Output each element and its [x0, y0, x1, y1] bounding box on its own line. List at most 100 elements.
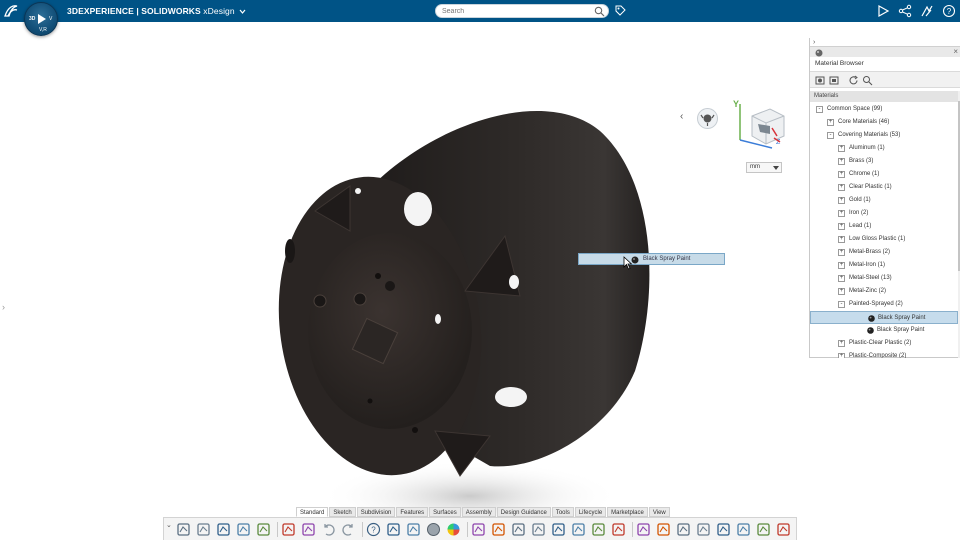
- export-icon[interactable]: [776, 522, 791, 537]
- report-icon[interactable]: [676, 522, 691, 537]
- share-arrow-icon[interactable]: [716, 522, 731, 537]
- expand-icon[interactable]: +: [827, 119, 834, 126]
- plane-icon[interactable]: [591, 522, 606, 537]
- render-icon[interactable]: [491, 522, 506, 537]
- dassault-logo-icon[interactable]: [3, 3, 19, 19]
- cylindrical-part-model[interactable]: [260, 91, 680, 551]
- collapse-icon[interactable]: -: [838, 301, 845, 308]
- expand-icon[interactable]: +: [838, 197, 845, 204]
- properties-icon[interactable]: [281, 522, 296, 537]
- mass-icon[interactable]: [571, 522, 586, 537]
- help-icon[interactable]: ?: [942, 4, 956, 18]
- expand-icon[interactable]: +: [838, 340, 845, 347]
- tab-subdivision[interactable]: Subdivision: [356, 507, 396, 517]
- checker-icon[interactable]: [636, 522, 651, 537]
- color-wheel-icon[interactable]: [446, 522, 461, 537]
- tab-standard[interactable]: Standard: [296, 507, 329, 517]
- collapse-icon[interactable]: -: [827, 132, 834, 139]
- view3d-icon[interactable]: [696, 522, 711, 537]
- tab-surfaces[interactable]: Surfaces: [429, 507, 461, 517]
- tree-folder[interactable]: + Metal-Steel (13): [810, 272, 958, 285]
- navigation-cube[interactable]: Y Z: [730, 96, 790, 152]
- expand-icon[interactable]: +: [838, 262, 845, 269]
- measure-icon[interactable]: [551, 522, 566, 537]
- search-icon[interactable]: [594, 6, 605, 17]
- expand-icon[interactable]: +: [838, 210, 845, 217]
- chevron-down-icon[interactable]: [239, 9, 246, 14]
- library-icon[interactable]: [815, 75, 826, 86]
- tree-folder[interactable]: + Brass (3): [810, 155, 958, 168]
- unit-select[interactable]: mm: [746, 162, 782, 173]
- expand-icon[interactable]: +: [838, 353, 845, 358]
- tree-folder[interactable]: + Aluminum (1): [810, 142, 958, 155]
- library-add-icon[interactable]: [829, 75, 840, 86]
- tab-sketch[interactable]: Sketch: [329, 507, 356, 517]
- expand-icon[interactable]: +: [838, 249, 845, 256]
- expand-icon[interactable]: +: [838, 184, 845, 191]
- collapse-icon[interactable]: -: [816, 106, 823, 113]
- save-icon[interactable]: [216, 522, 231, 537]
- tree-folder[interactable]: + Plastic-Composite (2): [810, 350, 958, 358]
- tree-folder[interactable]: + Metal-Iron (1): [810, 259, 958, 272]
- expand-icon[interactable]: +: [838, 223, 845, 230]
- expand-left-panel-icon[interactable]: ›: [2, 302, 10, 312]
- tree-folder[interactable]: - Painted-Sprayed (2): [810, 298, 958, 311]
- share-icon[interactable]: [898, 4, 912, 18]
- tab-features[interactable]: Features: [396, 507, 429, 517]
- expand-icon[interactable]: +: [838, 171, 845, 178]
- collab-icon[interactable]: [920, 4, 934, 18]
- tab-lifecycle[interactable]: Lifecycle: [574, 507, 607, 517]
- tag-icon[interactable]: [614, 4, 627, 17]
- tree-folder[interactable]: - Common Space (99): [810, 103, 958, 116]
- tree-folder[interactable]: + Plastic-Clear Plastic (2): [810, 337, 958, 350]
- tree-folder[interactable]: + Chrome (1): [810, 168, 958, 181]
- tree-folder[interactable]: + Metal-Brass (2): [810, 246, 958, 259]
- zoom-fit-icon[interactable]: [471, 522, 486, 537]
- tree-folder[interactable]: + Core Materials (46): [810, 116, 958, 129]
- lasso-icon[interactable]: [386, 522, 401, 537]
- save-as-icon[interactable]: [236, 522, 251, 537]
- compare-icon[interactable]: [756, 522, 771, 537]
- tab-marketplace[interactable]: Marketplace: [607, 507, 648, 517]
- search-icon[interactable]: [862, 75, 873, 86]
- tree-folder[interactable]: + Clear Plastic (1): [810, 181, 958, 194]
- 3d-viewport[interactable]: › ‹ Y Z mm Black Spray Paint: [0, 36, 808, 531]
- panel-collapse-icon[interactable]: ›: [813, 39, 815, 46]
- app-brand[interactable]: 3DEXPERIENCE | SOLIDWORKS xDesign: [67, 6, 246, 16]
- search-box[interactable]: [435, 4, 609, 18]
- compass-play-icon[interactable]: [38, 14, 46, 24]
- expand-icon[interactable]: +: [838, 145, 845, 152]
- refresh-icon[interactable]: [848, 75, 859, 86]
- expand-icon[interactable]: +: [838, 236, 845, 243]
- undo-icon[interactable]: [321, 522, 336, 537]
- section-icon[interactable]: [511, 522, 526, 537]
- tree-folder[interactable]: + Metal-Zinc (2): [810, 285, 958, 298]
- dimension-icon[interactable]: [656, 522, 671, 537]
- search-input[interactable]: [442, 6, 592, 17]
- chevron-down-icon[interactable]: ⌄: [166, 521, 172, 529]
- filter-icon[interactable]: [736, 522, 751, 537]
- settings-icon[interactable]: [301, 522, 316, 537]
- tree-folder[interactable]: + Iron (2): [810, 207, 958, 220]
- tree-folder[interactable]: - Covering Materials (53): [810, 129, 958, 142]
- redo-icon[interactable]: [341, 522, 356, 537]
- material-item[interactable]: Black Spray Paint: [810, 311, 958, 324]
- open-icon[interactable]: [196, 522, 211, 537]
- tab-assembly[interactable]: Assembly: [461, 507, 496, 517]
- tab-view[interactable]: View: [648, 507, 670, 517]
- tree-folder[interactable]: + Gold (1): [810, 194, 958, 207]
- help-icon[interactable]: ?: [366, 522, 381, 537]
- new-icon[interactable]: [176, 522, 191, 537]
- appearance-icon[interactable]: [426, 522, 441, 537]
- expand-icon[interactable]: +: [838, 158, 845, 165]
- pattern-icon[interactable]: [611, 522, 626, 537]
- refresh-icon[interactable]: [256, 522, 271, 537]
- view-icon[interactable]: [531, 522, 546, 537]
- tree-folder[interactable]: + Lead (1): [810, 220, 958, 233]
- view-orient-button[interactable]: [697, 108, 718, 129]
- expand-icon[interactable]: +: [838, 275, 845, 282]
- tab-tools[interactable]: Tools: [551, 507, 574, 517]
- tab-design-guidance[interactable]: Design Guidance: [496, 507, 551, 517]
- close-icon[interactable]: ×: [953, 47, 958, 56]
- share-play-icon[interactable]: [876, 4, 890, 18]
